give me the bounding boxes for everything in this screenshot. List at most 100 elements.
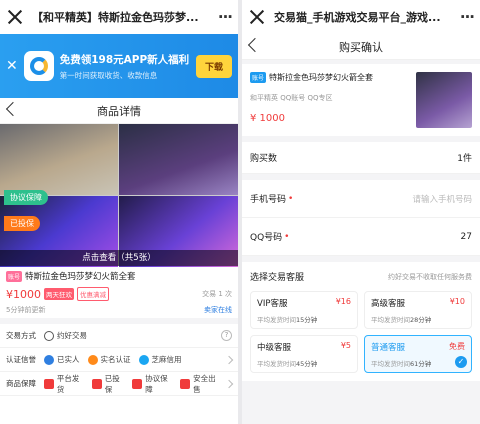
cert-item: 芝麻信用 bbox=[151, 355, 182, 364]
chevron-right-icon[interactable] bbox=[224, 355, 234, 364]
product-gallery[interactable]: 协议保障 已投保 点击查看（共5张） bbox=[0, 124, 238, 267]
info-icon[interactable]: ? bbox=[221, 330, 232, 341]
product-title: 特斯拉金色玛莎梦幻火箭全套 bbox=[25, 272, 136, 282]
service-fee: ¥10 bbox=[449, 297, 465, 306]
product-title-row: 账号 特斯拉金色玛莎梦幻火箭全套 bbox=[0, 266, 238, 286]
gallery-image[interactable] bbox=[119, 124, 238, 195]
close-icon[interactable] bbox=[6, 8, 24, 26]
banner-close-icon[interactable]: ✕ bbox=[6, 58, 18, 74]
service-option-normal[interactable]: 普通客服 免费 平均发货时间61分钟 ✓ bbox=[364, 335, 472, 373]
service-sub: 平均发货时间 bbox=[371, 316, 410, 324]
realname-icon bbox=[87, 354, 98, 365]
page-title: 购买确认 bbox=[339, 40, 383, 54]
trade-method-value: 约好交易 bbox=[57, 331, 87, 340]
service-option-mid[interactable]: 中级客服 ¥5 平均发货时间45分钟 bbox=[250, 335, 358, 373]
wechat-title-bar: 【和平精英】特斯拉金色玛莎梦... ··· bbox=[0, 0, 238, 34]
service-option-senior[interactable]: 高级客服 ¥10 平均发货时间28分钟 bbox=[364, 291, 472, 329]
promo-chip: 两天狂欢 bbox=[44, 288, 74, 300]
quantity-label: 购买数 bbox=[250, 154, 278, 164]
certification-row[interactable]: 认证信誉 已实人 实名认证 芝麻信用 bbox=[0, 348, 238, 372]
wechat-page-title: 交易猫_手机游戏交易平台_游戏... bbox=[274, 11, 441, 24]
wechat-title-bar: 交易猫_手机游戏交易平台_游戏... ··· bbox=[242, 0, 480, 34]
phone-label: 手机号码 bbox=[250, 195, 287, 205]
product-meta: 和平精英 QQ账号 QQ专区 bbox=[250, 94, 333, 102]
safe-sale-icon bbox=[180, 378, 191, 389]
quantity-row: 购买数 1件 bbox=[242, 142, 480, 174]
sesame-credit-icon bbox=[138, 354, 149, 365]
guarantee-row[interactable]: 商品保障 平台发货 已投保 协议保障 安全出售 bbox=[0, 372, 238, 396]
guarantee-item: 协议保障 bbox=[145, 373, 168, 394]
product-title: 特斯拉金色玛莎梦幻火箭全套 bbox=[269, 73, 374, 82]
meta-row: 5分钟前更新 卖家在线 bbox=[0, 302, 238, 318]
product-detail-screen: 【和平精英】特斯拉金色玛莎梦... ··· ✕ 免费领198元APP新人福利 第… bbox=[0, 0, 238, 424]
app-download-banner[interactable]: ✕ 免费领198元APP新人福利 第一时间获取收货、收款信息 下载 bbox=[0, 34, 238, 98]
service-time: 45分钟 bbox=[296, 360, 318, 368]
insured-icon bbox=[91, 378, 102, 389]
service-sub: 平均发货时间 bbox=[257, 316, 296, 324]
service-label: 选择交易客服 bbox=[250, 273, 305, 283]
product-thumbnail bbox=[416, 72, 472, 128]
required-dot: • bbox=[284, 231, 290, 242]
qq-row[interactable]: QQ号码 • 27 bbox=[242, 218, 480, 256]
price-row: ¥1000 两天狂欢 优惠满减 交易 1 次 bbox=[0, 286, 238, 302]
guarantee-label: 商品保障 bbox=[6, 379, 36, 388]
qq-label: QQ号码 bbox=[250, 233, 283, 243]
download-button[interactable]: 下载 bbox=[195, 54, 232, 78]
service-header: 选择交易客服 约好交易不收取任何服务费 bbox=[242, 262, 480, 287]
protect-tag: 协议保障 bbox=[4, 190, 48, 205]
product-price: ¥1000 bbox=[6, 287, 41, 301]
page-title: 商品详情 bbox=[97, 104, 141, 118]
trade-icon bbox=[44, 330, 54, 341]
required-dot: • bbox=[288, 193, 294, 204]
product-price: ¥ 1000 bbox=[250, 113, 285, 124]
service-sub: 平均发货时间 bbox=[257, 360, 296, 368]
service-fee: ¥5 bbox=[340, 341, 351, 350]
cert-item: 已实人 bbox=[57, 355, 80, 364]
account-badge: 账号 bbox=[6, 270, 23, 282]
trade-count: 交易 1 次 bbox=[202, 290, 232, 298]
page-header: 购买确认 bbox=[242, 34, 480, 60]
purchase-confirm-screen: 交易猫_手机游戏交易平台_游戏... ··· 购买确认 账号 特斯拉金色玛莎梦幻… bbox=[242, 0, 480, 424]
view-all-images[interactable]: 点击查看（共5张） bbox=[0, 250, 238, 266]
service-options: VIP客服 ¥16 平均发货时间15分钟 高级客服 ¥10 平均发货时间28分钟… bbox=[242, 287, 480, 381]
insured-tag: 已投保 bbox=[4, 216, 40, 231]
banner-headline: 免费领198元APP新人福利 bbox=[59, 53, 190, 66]
verified-person-icon bbox=[44, 354, 54, 365]
quantity-value: 1件 bbox=[457, 154, 472, 164]
service-fee: 免费 bbox=[449, 342, 465, 351]
agreement-icon bbox=[132, 378, 143, 389]
phone-input[interactable]: 请输入手机号码 bbox=[412, 193, 472, 205]
close-icon[interactable] bbox=[248, 8, 266, 26]
qq-input[interactable]: 27 bbox=[461, 232, 472, 242]
gallery-image[interactable] bbox=[0, 124, 118, 195]
certification-label: 认证信誉 bbox=[6, 355, 36, 364]
wechat-page-title: 【和平精英】特斯拉金色玛莎梦... bbox=[32, 11, 199, 24]
selected-check-icon: ✓ bbox=[455, 356, 467, 368]
service-time: 15分钟 bbox=[296, 316, 318, 324]
account-badge: 账号 bbox=[250, 72, 267, 83]
product-card: 账号 特斯拉金色玛莎梦幻火箭全套 和平精英 QQ账号 QQ专区 ¥ 1000 bbox=[242, 64, 480, 136]
more-icon[interactable]: ··· bbox=[214, 8, 233, 26]
trade-method-row[interactable]: 交易方式 约好交易 ? bbox=[0, 324, 238, 348]
phone-row[interactable]: 手机号码 • 请输入手机号码 bbox=[242, 180, 480, 218]
banner-subtext: 第一时间获取收货、收款信息 bbox=[59, 70, 158, 80]
service-fee: ¥16 bbox=[335, 297, 351, 306]
guarantee-item: 已投保 bbox=[104, 373, 120, 394]
service-hint: 约好交易不收取任何服务费 bbox=[388, 272, 472, 281]
service-name: 中级客服 bbox=[257, 343, 292, 353]
service-time: 61分钟 bbox=[410, 360, 432, 368]
service-time: 28分钟 bbox=[410, 316, 432, 324]
service-sub: 平均发货时间 bbox=[371, 360, 410, 368]
discount-chip: 优惠满减 bbox=[77, 287, 109, 301]
guarantee-item: 安全出售 bbox=[193, 373, 216, 394]
more-icon[interactable]: ··· bbox=[456, 8, 475, 26]
seller-online-status: 卖家在线 bbox=[204, 306, 232, 314]
service-option-vip[interactable]: VIP客服 ¥16 平均发货时间15分钟 bbox=[250, 291, 358, 329]
updated-time: 5分钟前更新 bbox=[6, 306, 46, 314]
trade-method-label: 交易方式 bbox=[6, 331, 36, 340]
page-header: 商品详情 bbox=[0, 98, 238, 124]
cert-item: 实名认证 bbox=[100, 355, 131, 364]
app-logo-icon bbox=[23, 51, 54, 81]
guarantee-item: 平台发货 bbox=[56, 373, 80, 394]
chevron-right-icon[interactable] bbox=[224, 379, 234, 388]
